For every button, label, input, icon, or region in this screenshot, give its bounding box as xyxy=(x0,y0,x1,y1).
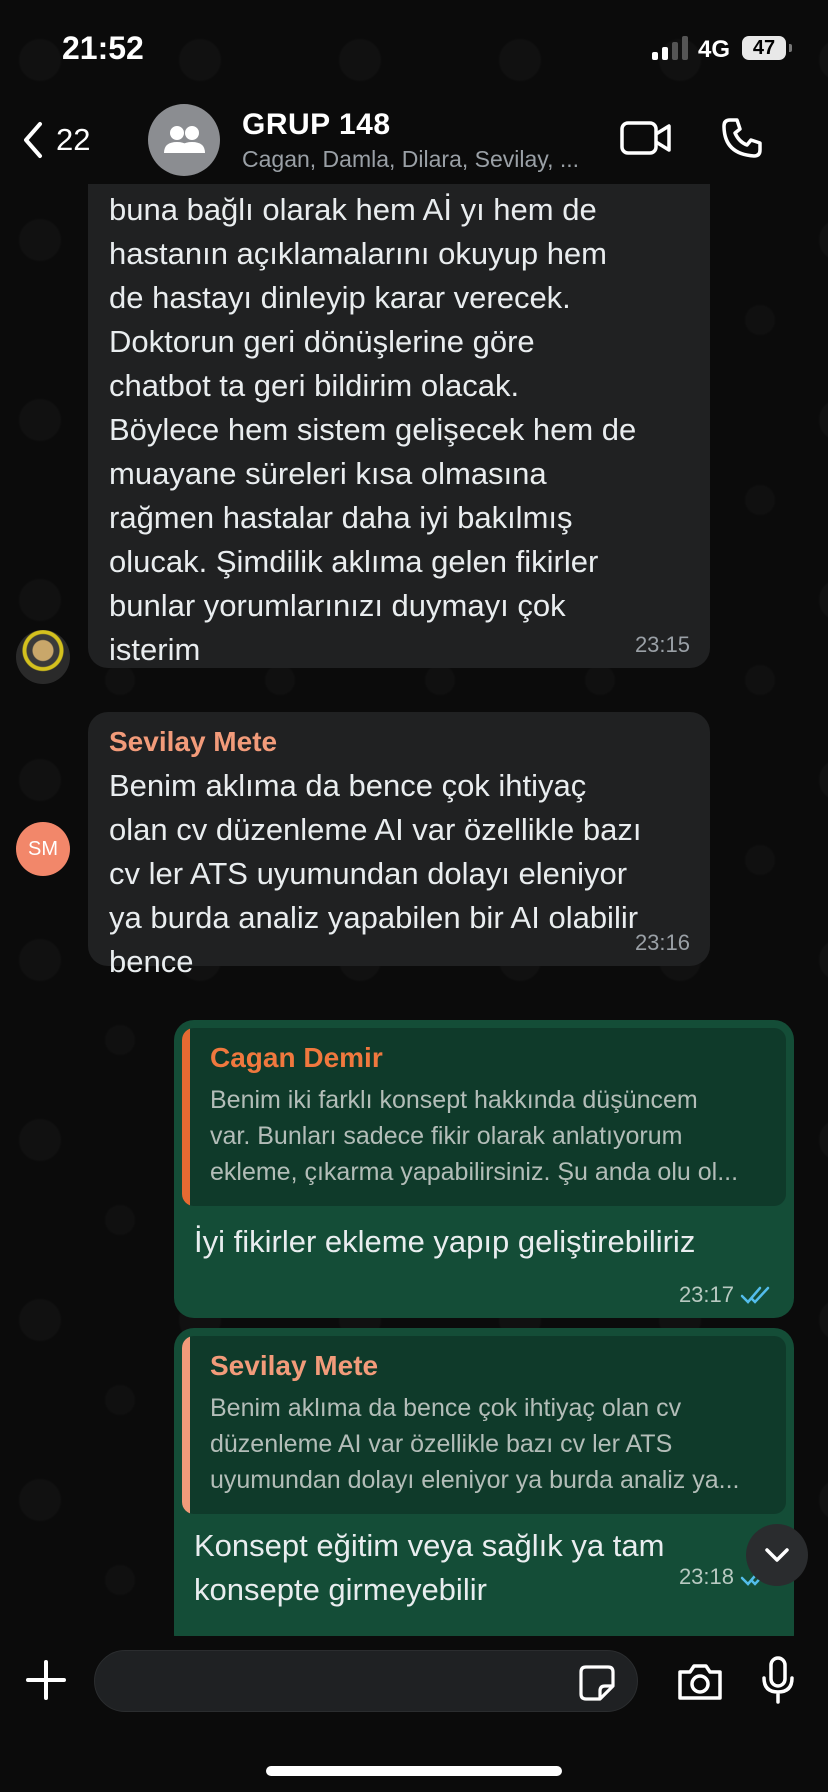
message-line: olucak. Şimdilik aklıma gelen fikirler xyxy=(109,544,599,579)
message-line: rağmen hastalar daha iyi bakılmış xyxy=(109,500,573,535)
voice-message-button[interactable] xyxy=(760,1656,796,1709)
camera-button[interactable] xyxy=(676,1662,724,1707)
message-line: ya burda analiz yapabilen bir AI olabili… xyxy=(109,900,639,935)
message-bubble[interactable]: Cagan Demir Benim iki farklı konsept hak… xyxy=(174,1020,794,1318)
message-line: buna bağlı olarak hem Aİ yı hem de xyxy=(109,192,597,227)
camera-icon xyxy=(678,1664,722,1700)
message-line: Konsept eğitim veya sağlık ya tam xyxy=(194,1528,665,1563)
message-line: cv ler ATS uyumundan dolayı eleniyor xyxy=(109,856,628,891)
quoted-line: düzenleme AI var özellikle bazı cv ler A… xyxy=(210,1430,673,1458)
message-line: bence xyxy=(109,944,194,979)
message-text: Konsept eğitim veya sağlık ya tam konsep… xyxy=(182,1514,786,1612)
message-bubble[interactable]: Sevilay Mete Benim aklıma da bence çok i… xyxy=(174,1328,794,1636)
message-time: 23:18 xyxy=(678,1564,734,1589)
message-meta: 23:15 xyxy=(635,632,690,658)
chat-header: 22 GRUP 148 Cagan, Damla, Dilara, Sevila… xyxy=(0,100,828,184)
quoted-sender: Cagan Demir xyxy=(210,1042,383,1073)
phone-icon xyxy=(722,118,762,158)
quoted-line: var. Bunları sadece fikir olarak anlatıy… xyxy=(210,1122,683,1150)
group-avatar[interactable] xyxy=(148,104,220,176)
message-line: olan cv düzenleme AI var özellikle bazı xyxy=(109,812,642,847)
message-meta: 23:16 xyxy=(635,930,690,956)
scroll-to-bottom-button[interactable] xyxy=(746,1524,808,1586)
battery-icon: 47 xyxy=(742,36,792,60)
read-receipt-icon xyxy=(740,1286,770,1304)
message-text: İyi fikirler ekleme yapıp geliştirebilir… xyxy=(194,1224,696,1259)
message-text: buna bağlı olarak hem Aİ yı hem de hasta… xyxy=(109,188,690,672)
message-line: Doktorun geri dönüşlerine göre xyxy=(109,324,535,359)
group-icon xyxy=(164,126,205,153)
message-text: Benim aklıma da bence çok ihtiyaç olan c… xyxy=(109,764,690,984)
sender-name[interactable]: Sevilay Mete xyxy=(109,726,690,758)
message-line: chatbot ta geri bildirim olacak. xyxy=(109,368,520,403)
composer-bar xyxy=(0,1636,828,1792)
message-input[interactable] xyxy=(94,1650,638,1712)
message-line: muayane süreleri kısa olmasına xyxy=(109,456,547,491)
quoted-message[interactable]: Sevilay Mete Benim aklıma da bence çok i… xyxy=(182,1336,786,1514)
quoted-text: Benim aklıma da bence çok ihtiyaç olan c… xyxy=(210,1390,766,1498)
sticker-button[interactable] xyxy=(578,1664,616,1707)
network-label: 4G xyxy=(698,36,731,63)
back-button[interactable]: 22 xyxy=(20,120,90,160)
message-line: bunlar yorumlarınızı duymayı çok xyxy=(109,588,566,623)
chat-title[interactable]: GRUP 148 xyxy=(242,108,391,142)
status-bar: 21:52 4G 47 xyxy=(0,0,828,100)
avatar[interactable] xyxy=(16,630,70,684)
back-chevron-icon xyxy=(24,122,42,158)
chevron-down-icon xyxy=(765,1548,789,1562)
message-line: Benim aklıma da bence çok ihtiyaç xyxy=(109,768,587,803)
message-time: 23:16 xyxy=(634,930,690,955)
message-meta: 23:17 xyxy=(679,1282,774,1308)
sticker-icon xyxy=(579,1665,615,1701)
message-time: 23:17 xyxy=(678,1282,734,1307)
message-line: isterim xyxy=(109,632,201,667)
message-time: 23:15 xyxy=(634,632,690,657)
video-call-button[interactable] xyxy=(620,120,672,161)
avatar[interactable]: SM xyxy=(16,822,70,876)
quoted-line: ekleme, çıkarma yapabilirsiniz. Şu anda … xyxy=(210,1158,739,1186)
quoted-line: Benim iki farklı konsept hakkında düşünc… xyxy=(210,1086,698,1114)
chat-members[interactable]: Cagan, Damla, Dilara, Sevilay, ... xyxy=(242,146,579,173)
voice-call-button[interactable] xyxy=(720,116,764,165)
home-indicator xyxy=(266,1766,562,1776)
message-list[interactable]: buna bağlı olarak hem Aİ yı hem de hasta… xyxy=(0,184,828,1636)
message-line: de hastayı dinleyip karar verecek. xyxy=(109,280,571,315)
plus-icon xyxy=(26,1660,66,1700)
attach-button[interactable] xyxy=(24,1658,68,1707)
quoted-line: uyumundan dolayı eleniyor ya burda anali… xyxy=(210,1466,740,1494)
status-time: 21:52 xyxy=(62,30,144,66)
signal-icon xyxy=(652,36,688,60)
quoted-line: Benim aklıma da bence çok ihtiyaç olan c… xyxy=(210,1394,682,1422)
quoted-message[interactable]: Cagan Demir Benim iki farklı konsept hak… xyxy=(182,1028,786,1206)
message-bubble[interactable]: buna bağlı olarak hem Aİ yı hem de hasta… xyxy=(88,184,710,668)
quoted-sender: Sevilay Mete xyxy=(210,1350,379,1381)
message-line: Böylece hem sistem gelişecek hem de xyxy=(109,412,637,447)
video-call-icon xyxy=(620,121,671,155)
message-line: hastanın açıklamalarını okuyup hem xyxy=(109,236,607,271)
unread-count: 22 xyxy=(56,122,91,157)
message-bubble[interactable]: Sevilay Mete Benim aklıma da bence çok i… xyxy=(88,712,710,979)
microphone-icon xyxy=(762,1656,794,1704)
quoted-text: Benim iki farklı konsept hakkında düşünc… xyxy=(210,1082,766,1190)
